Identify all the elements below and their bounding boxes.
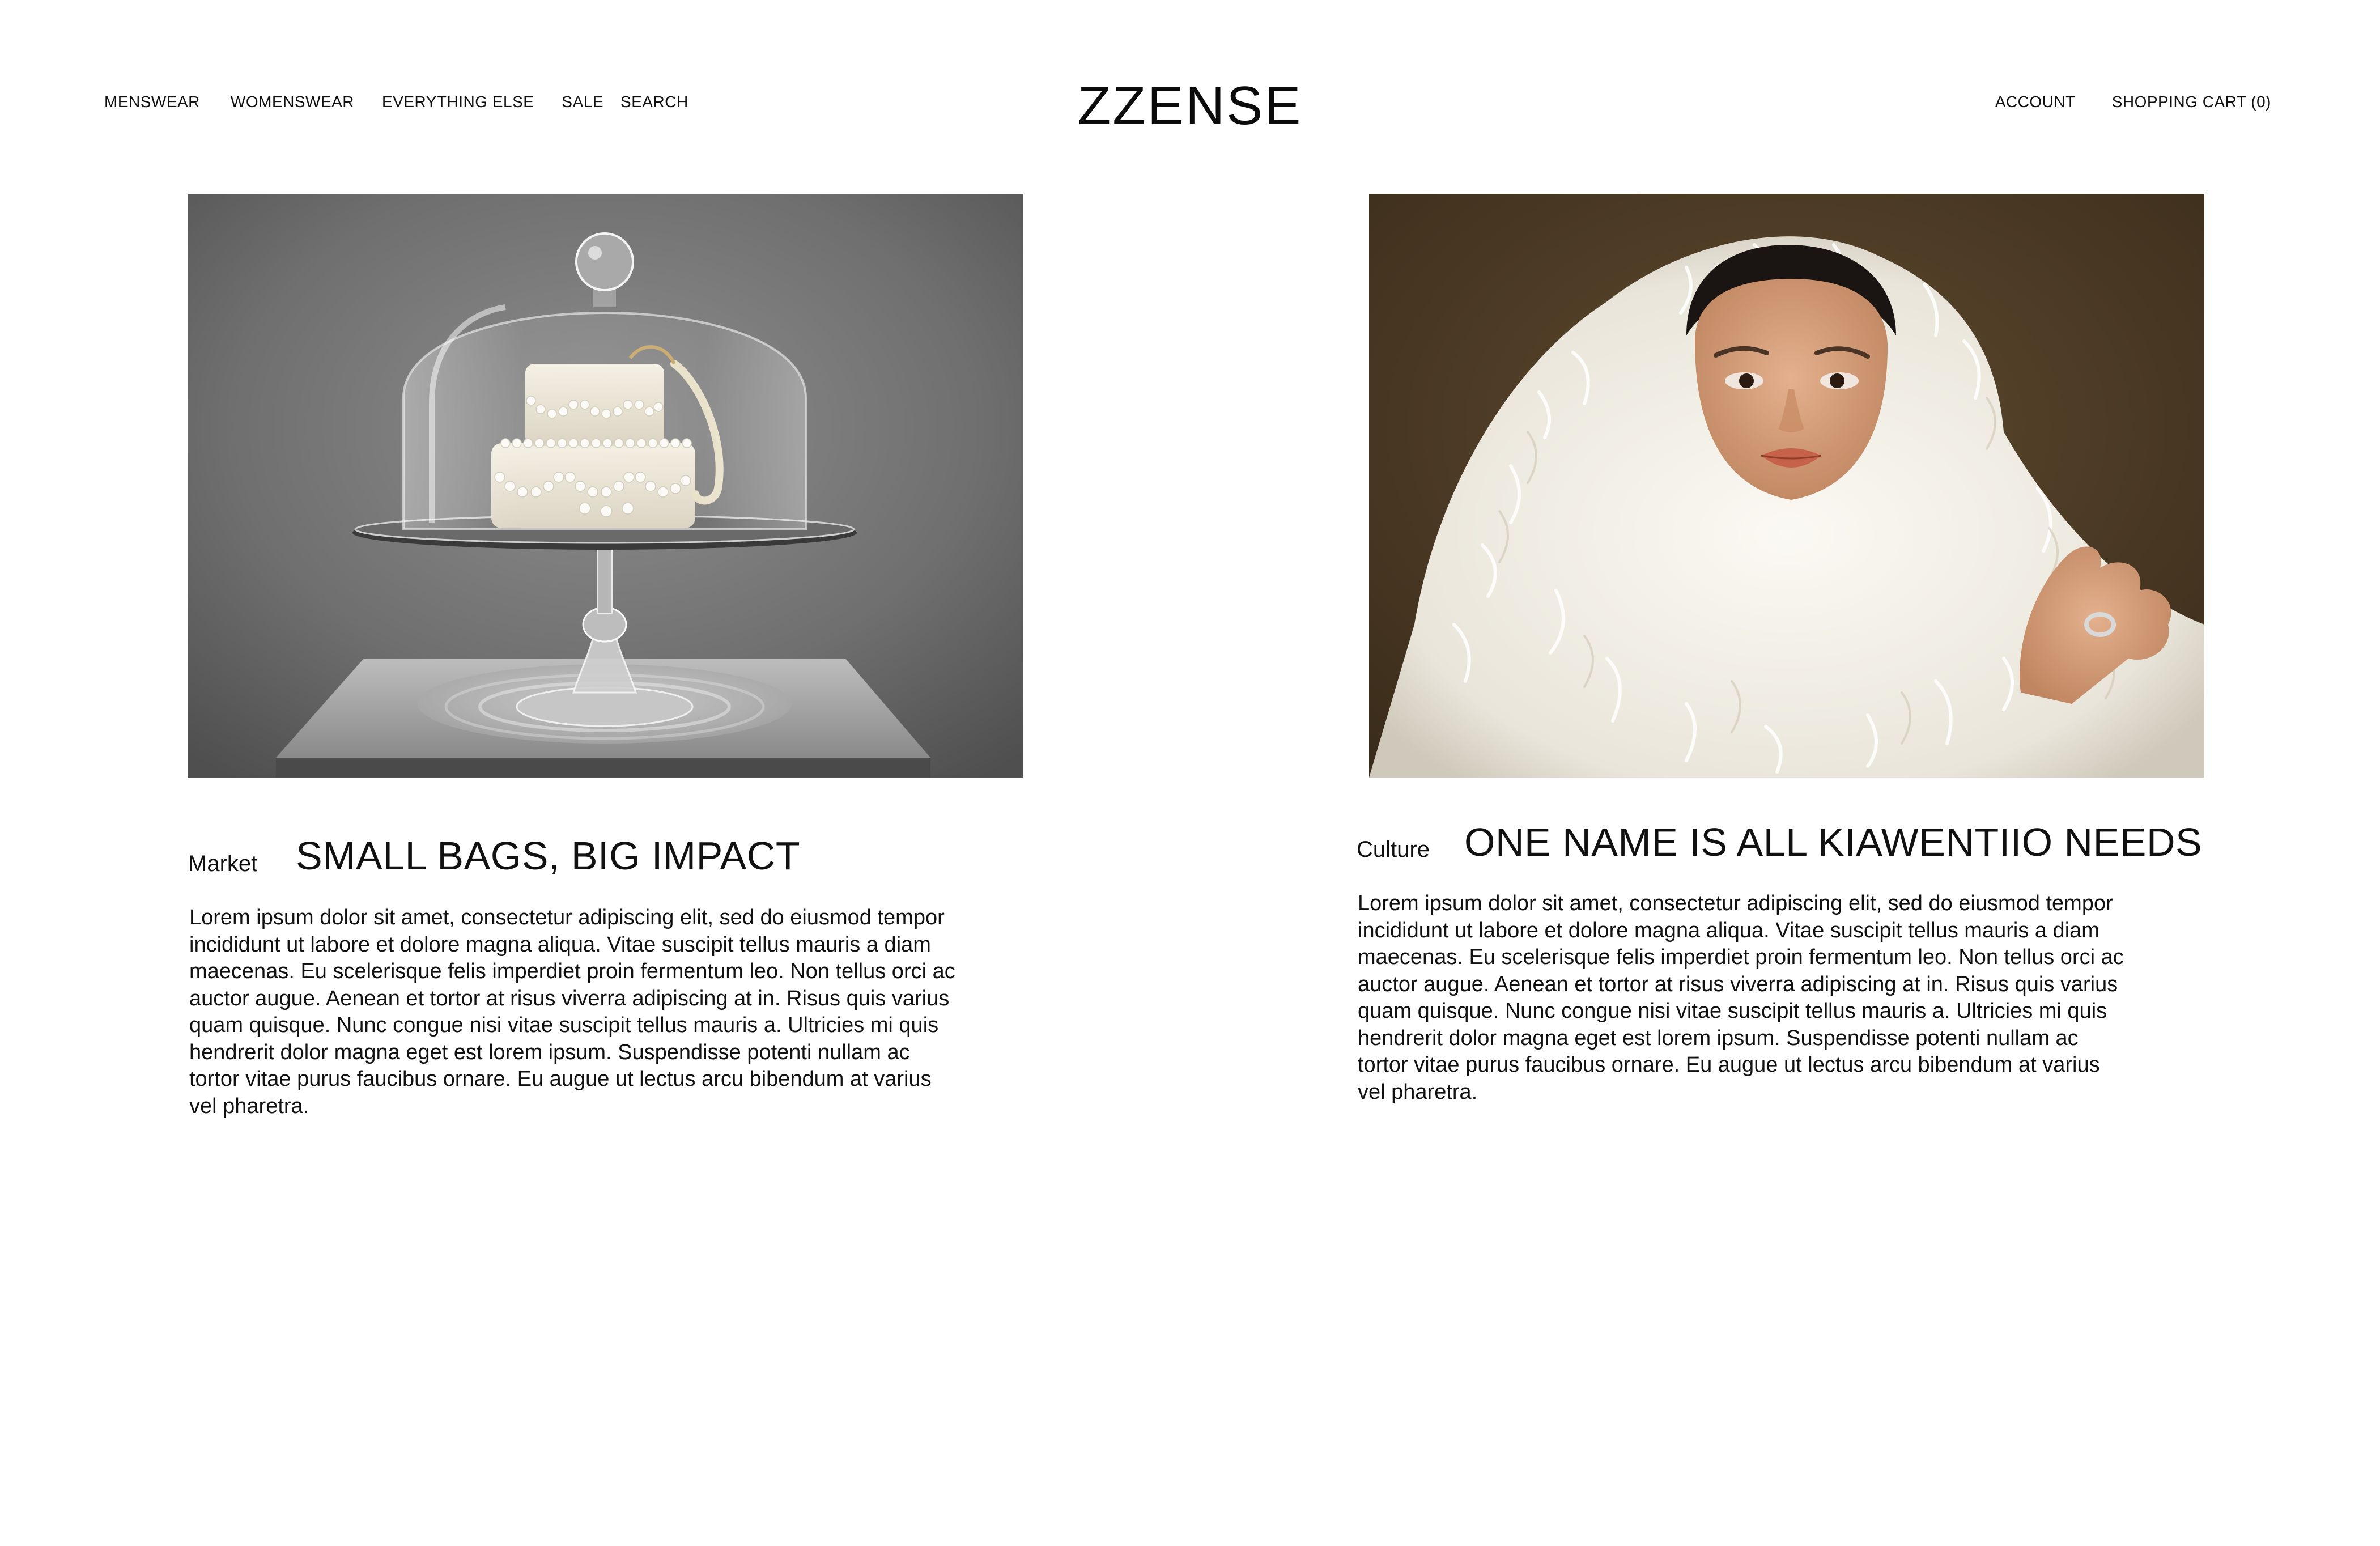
nav-womenswear[interactable]: WOMENSWEAR: [231, 91, 354, 113]
primary-nav: MENSWEAR WOMENSWEAR EVERYTHING ELSE SALE…: [104, 91, 688, 113]
article-headline[interactable]: ONE NAME IS ALL KIAWENTIIO NEEDS: [1464, 819, 2202, 865]
account-link[interactable]: ACCOUNT: [1995, 91, 2076, 113]
site-logo[interactable]: ZZENSE: [1078, 75, 1303, 136]
article-category[interactable]: Culture: [1357, 836, 1430, 863]
article-card-culture[interactable]: Culture ONE NAME IS ALL KIAWENTIIO NEEDS…: [1357, 194, 2204, 1135]
article-image-fur-portrait[interactable]: [1369, 194, 2204, 778]
article-excerpt: Lorem ipsum dolor sit amet, consectetur …: [1358, 891, 2124, 1104]
nav-menswear[interactable]: MENSWEAR: [104, 91, 200, 113]
article-category[interactable]: Market: [188, 850, 257, 877]
nav-everything-else[interactable]: EVERYTHING ELSE: [382, 91, 534, 113]
account-nav: ACCOUNT SHOPPING CART (0): [1995, 91, 2271, 113]
nav-search[interactable]: SEARCH: [620, 91, 688, 113]
shopping-cart-label: SHOPPING CART: [2111, 93, 2246, 111]
article-headline[interactable]: SMALL BAGS, BIG IMPACT: [296, 833, 800, 878]
article-image-cake-bag[interactable]: [188, 194, 1023, 778]
article-card-market[interactable]: Market SMALL BAGS, BIG IMPACT Lorem ipsu…: [188, 194, 1023, 1135]
article-excerpt: Lorem ipsum dolor sit amet, consectetur …: [189, 906, 955, 1118]
shopping-cart-link[interactable]: SHOPPING CART (0): [2112, 91, 2271, 113]
nav-sale[interactable]: SALE: [562, 91, 604, 113]
cart-count: (0): [2251, 93, 2271, 111]
